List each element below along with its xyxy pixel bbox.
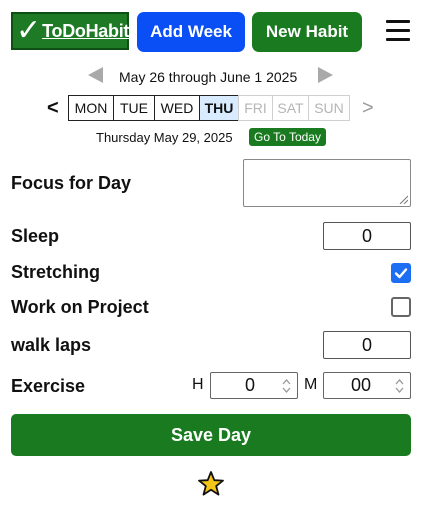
day-tab-wed[interactable]: WED [154,95,200,121]
save-day-button[interactable]: Save Day [11,414,411,456]
app-logo[interactable]: ✓ ToDoHabits [11,12,139,50]
hamburger-menu-icon[interactable] [386,20,410,44]
next-day-button[interactable]: > [362,98,374,118]
work-on-project-label: Work on Project [11,297,149,317]
next-week-arrow-icon[interactable] [318,67,333,83]
logo-check-icon: ✓ [16,13,42,48]
focus-textarea[interactable] [243,159,411,207]
go-to-today-button[interactable]: Go To Today [249,128,326,146]
add-week-button[interactable]: Add Week [137,12,245,52]
sleep-input[interactable]: 0 [323,222,411,250]
exercise-hours-value: 0 [244,375,255,395]
previous-week-arrow-icon[interactable] [88,67,103,83]
exercise-minutes-input[interactable]: 00 [323,372,411,399]
resize-grip-icon[interactable] [398,194,408,204]
exercise-minutes-value: 00 [350,375,372,395]
exercise-hours-input[interactable]: 0 [210,372,298,399]
week-range-text: May 26 through June 1 2025 [119,69,298,85]
day-tab-mon[interactable]: MON [68,95,114,121]
current-date: Thursday May 29, 2025 [96,130,233,145]
day-tab-tue[interactable]: TUE [113,95,155,121]
day-tab-thu[interactable]: THU [199,95,239,121]
day-tab-sat[interactable]: SAT [272,95,309,121]
day-tab-sun[interactable]: SUN [308,95,350,121]
new-habit-button[interactable]: New Habit [252,12,362,52]
checkmark-icon [394,268,408,279]
minutes-label: M [304,376,318,393]
stretching-label: Stretching [11,262,101,282]
star-icon[interactable] [197,470,225,498]
previous-day-button[interactable]: < [47,98,59,118]
stretching-checkbox[interactable] [391,263,411,283]
work-on-project-checkbox[interactable] [391,297,411,317]
logo-text: ToDoHabits [42,20,139,41]
focus-label: Focus for Day [11,173,132,193]
minutes-spinner-icon[interactable] [395,378,404,394]
day-selector: MON TUE WED THU FRI SAT SUN [68,95,350,121]
hours-label: H [192,376,204,393]
walk-laps-input[interactable]: 0 [323,331,411,359]
day-tab-fri[interactable]: FRI [238,95,273,121]
hours-spinner-icon[interactable] [282,378,291,394]
exercise-label: Exercise [11,376,86,396]
sleep-label: Sleep [11,226,60,246]
walk-laps-label: walk laps [11,335,92,355]
